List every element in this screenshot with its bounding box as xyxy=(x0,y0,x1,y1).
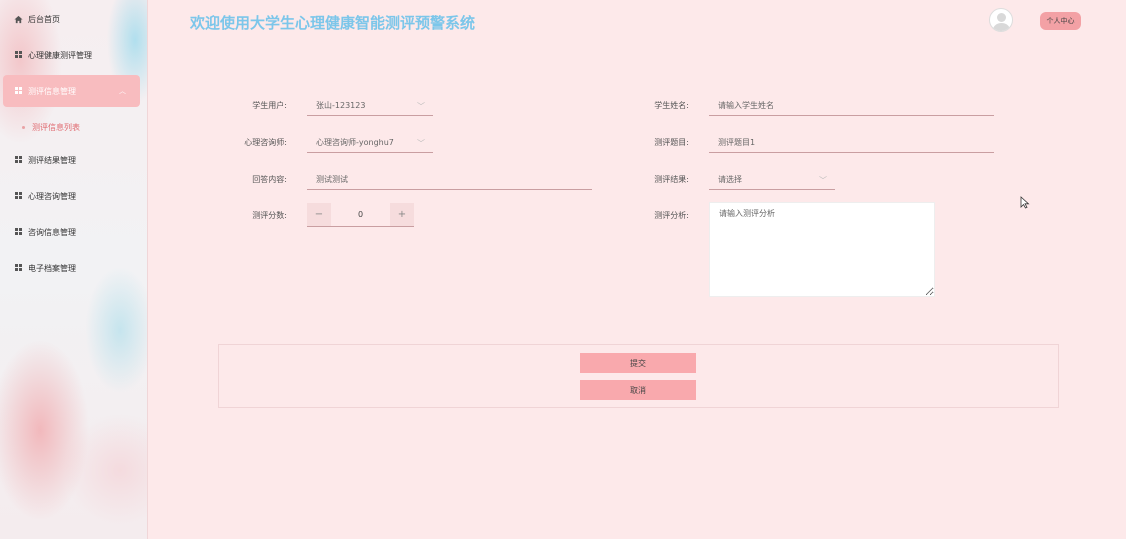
question-value: 测评题目1 xyxy=(718,138,756,147)
sidebar-item-label: 电子档案管理 xyxy=(28,263,76,273)
question-label: 测评题目: xyxy=(654,138,689,147)
sidebar-item-home[interactable]: 后台首页 xyxy=(0,4,148,34)
result-label: 测评结果: xyxy=(654,175,689,184)
grid-icon xyxy=(14,51,23,60)
answer-field[interactable]: 测试测试 xyxy=(307,170,592,190)
sidebar-item-label: 咨询信息管理 xyxy=(28,227,76,237)
result-value: 请选择 xyxy=(718,175,742,184)
sidebar-item-consult-info[interactable]: 咨询信息管理 xyxy=(0,217,148,247)
sidebar-item-assessment-info[interactable]: 测评信息管理 ︿ xyxy=(3,75,140,107)
answer-value: 测试测试 xyxy=(316,175,348,184)
grid-icon xyxy=(14,264,23,273)
sidebar-item-label: 后台首页 xyxy=(28,14,60,24)
sidebar-subitem-assessment-list[interactable]: 测评信息列表 xyxy=(0,118,148,136)
sidebar-item-label: 测评信息管理 xyxy=(28,86,76,96)
counselor-label: 心理咨询师: xyxy=(244,138,287,147)
analysis-label: 测评分析: xyxy=(654,211,689,220)
student-user-label: 学生用户: xyxy=(252,101,287,110)
student-user-select[interactable]: 张山-123123 ﹀ xyxy=(307,96,433,116)
student-name-label: 学生姓名: xyxy=(654,101,689,110)
sidebar-item-result-management[interactable]: 测评结果管理 xyxy=(0,145,148,175)
score-value[interactable]: 0 xyxy=(331,203,390,226)
avatar[interactable] xyxy=(989,8,1013,32)
sidebar-item-assessment-management[interactable]: 心理健康测评管理 xyxy=(0,40,148,70)
counselor-value: 心理咨询师-yonghu7 xyxy=(316,138,394,147)
cancel-button[interactable]: 取消 xyxy=(580,380,696,400)
score-label: 测评分数: xyxy=(252,211,287,220)
sidebar: 后台首页 心理健康测评管理 测评信息管理 ︿ 测评信息列表 测评结果管理 心理咨… xyxy=(0,0,148,539)
counselor-select[interactable]: 心理咨询师-yonghu7 ﹀ xyxy=(307,133,433,153)
chevron-down-icon: ﹀ xyxy=(417,102,425,111)
student-name-input[interactable] xyxy=(709,96,994,116)
grid-icon xyxy=(14,228,23,237)
answer-label: 回答内容: xyxy=(252,175,287,184)
profile-button[interactable]: 个人中心 xyxy=(1040,12,1081,30)
increment-button[interactable]: + xyxy=(390,203,414,226)
sidebar-subitem-label: 测评信息列表 xyxy=(32,122,80,132)
sidebar-item-label: 测评结果管理 xyxy=(28,155,76,165)
mouse-cursor-icon xyxy=(1020,196,1030,209)
page-title: 欢迎使用大学生心理健康智能测评预警系统 xyxy=(190,14,476,32)
sidebar-item-label: 心理健康测评管理 xyxy=(28,50,92,60)
submit-button[interactable]: 提交 xyxy=(580,353,696,373)
home-icon xyxy=(14,15,23,24)
sidebar-item-e-archive[interactable]: 电子档案管理 xyxy=(0,253,148,283)
score-stepper: − 0 + xyxy=(307,203,414,227)
decrement-button[interactable]: − xyxy=(307,203,331,226)
student-user-value: 张山-123123 xyxy=(316,101,366,110)
sidebar-item-label: 心理咨询管理 xyxy=(28,191,76,201)
chevron-down-icon: ﹀ xyxy=(819,176,827,185)
analysis-textarea[interactable] xyxy=(709,202,935,297)
chevron-down-icon: ﹀ xyxy=(417,139,425,148)
grid-icon xyxy=(14,156,23,165)
grid-icon xyxy=(14,192,23,201)
question-field[interactable]: 测评题目1 xyxy=(709,133,994,153)
sidebar-item-consultation-management[interactable]: 心理咨询管理 xyxy=(0,181,148,211)
chevron-up-icon: ︿ xyxy=(119,87,126,95)
result-select[interactable]: 请选择 ﹀ xyxy=(709,170,835,190)
bullet-icon xyxy=(22,125,25,129)
grid-icon xyxy=(14,87,23,96)
